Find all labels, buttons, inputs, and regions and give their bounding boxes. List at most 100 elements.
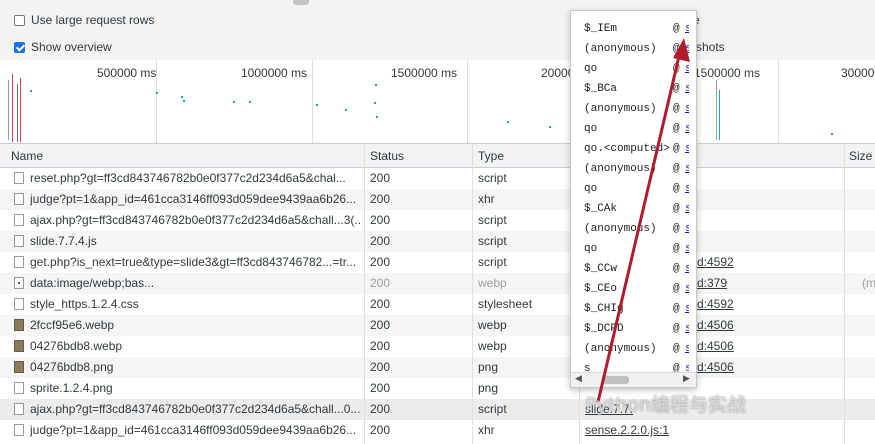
frame-source-link[interactable]: s <box>685 103 689 115</box>
overview-activity-bar <box>17 84 18 142</box>
overview-divider <box>467 60 468 143</box>
file-type-icon <box>14 382 24 394</box>
initiator-callstack-popup[interactable]: $_IEm @ s (anonymous) @ s qo @ s $_BCa @ s (anonymou… <box>570 10 697 388</box>
table-row[interactable]: ajax.php?gt=ff3cd843746782b0e0f377c2d234… <box>0 210 875 231</box>
callstack-frame: (anonymous) @ s <box>584 221 689 241</box>
file-type-icon <box>14 403 24 415</box>
frame-source-link[interactable]: s <box>685 303 689 315</box>
frame-source-link[interactable]: s <box>685 343 689 355</box>
column-divider[interactable] <box>364 144 365 444</box>
table-row[interactable]: get.php?is_next=true&type=slide3&gt=ff3c… <box>0 252 875 273</box>
callstack-frame: (anonymous) @ s <box>584 101 689 121</box>
frame-source-link[interactable]: s <box>685 203 689 215</box>
show-overview-option[interactable]: Show overview <box>14 40 112 54</box>
request-name[interactable]: judge?pt=1&app_id=461cca3146ff093d059dee… <box>30 423 362 437</box>
overview-request-dot <box>507 121 509 123</box>
column-header-size[interactable]: Size <box>849 149 872 163</box>
frame-at-symbol: @ <box>673 123 680 135</box>
frame-source-link[interactable]: s <box>685 183 689 195</box>
request-name[interactable]: get.php?is_next=true&type=slide3&gt=ff3c… <box>30 255 362 269</box>
column-header-type[interactable]: Type <box>478 149 504 163</box>
frame-function-name: $_IEm <box>584 23 618 35</box>
table-row[interactable]: 04276bdb8.webp 200 webp d:4506 <box>0 336 875 357</box>
request-initiator-link[interactable]: sense.2.2.0.js:1 <box>585 423 669 437</box>
overview-request-dot <box>181 96 183 98</box>
frame-function-name: $_BCa <box>584 83 618 95</box>
file-type-icon <box>14 424 24 436</box>
frame-source-link[interactable]: s <box>685 63 689 75</box>
request-name[interactable]: data:image/webp;bas... <box>30 276 362 290</box>
table-row[interactable]: reset.php?gt=ff3cd843746782b0e0f377c2d23… <box>0 168 875 189</box>
show-overview-label: Show overview <box>31 40 112 54</box>
table-row[interactable]: judge?pt=1&app_id=461cca3146ff093d059dee… <box>0 189 875 210</box>
capture-screenshots-label: shots <box>696 40 725 54</box>
frame-at-symbol: @ <box>673 283 680 295</box>
frame-source-link[interactable]: s <box>685 163 689 175</box>
request-status: 200 <box>370 339 391 353</box>
scrollbar-thumb[interactable] <box>603 376 629 384</box>
frame-source-link[interactable]: s <box>685 143 689 155</box>
frame-at-symbol: @ <box>673 343 680 355</box>
table-row[interactable]: slide.7.7.4.js 200 script <box>0 231 875 252</box>
column-header-status[interactable]: Status <box>370 149 404 163</box>
frame-function-name: (anonymous) <box>584 103 657 115</box>
request-initiator-link[interactable]: d:379 <box>697 276 727 290</box>
request-initiator-link[interactable]: d:4592 <box>697 297 734 311</box>
frame-source-link[interactable]: s <box>685 243 689 255</box>
request-type: png <box>478 360 499 374</box>
request-status: 200 <box>370 402 391 416</box>
callstack-frame: (anonymous) @ s <box>584 161 689 181</box>
request-name[interactable]: slide.7.7.4.js <box>30 234 362 248</box>
request-initiator-link[interactable]: d:4506 <box>697 339 734 353</box>
request-status: 200 <box>370 255 391 269</box>
request-name[interactable]: reset.php?gt=ff3cd843746782b0e0f377c2d23… <box>30 171 362 185</box>
table-row[interactable]: 04276bdb8.png 200 png d:4506 <box>0 357 875 378</box>
popup-horizontal-scrollbar[interactable]: ◀ ▶ <box>571 372 696 387</box>
request-type: script <box>478 171 507 185</box>
callstack-frame: $_DCPD @ s <box>584 321 689 341</box>
frame-source-link[interactable]: s <box>685 283 689 295</box>
table-row[interactable]: data:image/webp;bas... 200 webp d:379 (m <box>0 273 875 294</box>
frame-source-link[interactable]: s <box>685 23 689 35</box>
request-type: stylesheet <box>478 297 533 311</box>
frame-source-link[interactable]: s <box>685 323 689 335</box>
large-rows-option[interactable]: Use large request rows <box>14 13 154 27</box>
column-divider[interactable] <box>472 144 473 444</box>
file-type-icon <box>14 172 24 184</box>
request-status: 200 <box>370 297 391 311</box>
request-name[interactable]: judge?pt=1&app_id=461cca3146ff093d059dee… <box>30 192 362 206</box>
callstack-frame: qo @ s <box>584 61 689 81</box>
table-row[interactable]: 2fccf95e6.webp 200 webp d:4506 <box>0 315 875 336</box>
frame-function-name: (anonymous) <box>584 43 657 55</box>
frame-source-link[interactable]: s <box>685 43 689 55</box>
request-name[interactable]: sprite.1.2.4.png <box>30 381 362 395</box>
request-name[interactable]: 2fccf95e6.webp <box>30 318 362 332</box>
callstack-frame: (anonymous) @ s <box>584 41 689 61</box>
overview-timeline[interactable]: 500000 ms 1000000 ms 1500000 ms 20000 15… <box>0 60 875 144</box>
request-name[interactable]: ajax.php?gt=ff3cd843746782b0e0f377c2d234… <box>30 213 362 227</box>
request-name[interactable]: 04276bdb8.png <box>30 360 362 374</box>
request-name[interactable]: ajax.php?gt=ff3cd843746782b0e0f377c2d234… <box>30 402 362 416</box>
request-name[interactable]: style_https.1.2.4.css <box>30 297 362 311</box>
scroll-left-arrow-icon[interactable]: ◀ <box>575 374 582 384</box>
scroll-right-arrow-icon[interactable]: ▶ <box>683 374 690 384</box>
column-divider[interactable] <box>844 144 845 444</box>
table-row[interactable]: style_https.1.2.4.css 200 stylesheet d:4592 <box>0 294 875 315</box>
show-overview-checkbox[interactable] <box>14 41 25 53</box>
overview-request-dot <box>345 109 347 111</box>
table-row[interactable]: judge?pt=1&app_id=461cca3146ff093d059dee… <box>0 420 875 441</box>
large-rows-checkbox[interactable] <box>14 14 25 26</box>
frame-source-link[interactable]: s <box>685 123 689 135</box>
column-header-name[interactable]: Name <box>11 149 43 163</box>
request-initiator-link[interactable]: d:4506 <box>697 360 734 374</box>
request-initiator-link[interactable]: d:4592 <box>697 255 734 269</box>
request-name[interactable]: 04276bdb8.webp <box>30 339 362 353</box>
callstack-frame: $_CEo @ s <box>584 281 689 301</box>
frame-at-symbol: @ <box>673 23 680 35</box>
request-initiator-link[interactable]: d:4506 <box>697 318 734 332</box>
frame-source-link[interactable]: s <box>685 83 689 95</box>
frame-at-symbol: @ <box>673 223 680 235</box>
frame-source-link[interactable]: s <box>685 223 689 235</box>
file-type-icon <box>14 277 24 289</box>
frame-source-link[interactable]: s <box>685 263 689 275</box>
